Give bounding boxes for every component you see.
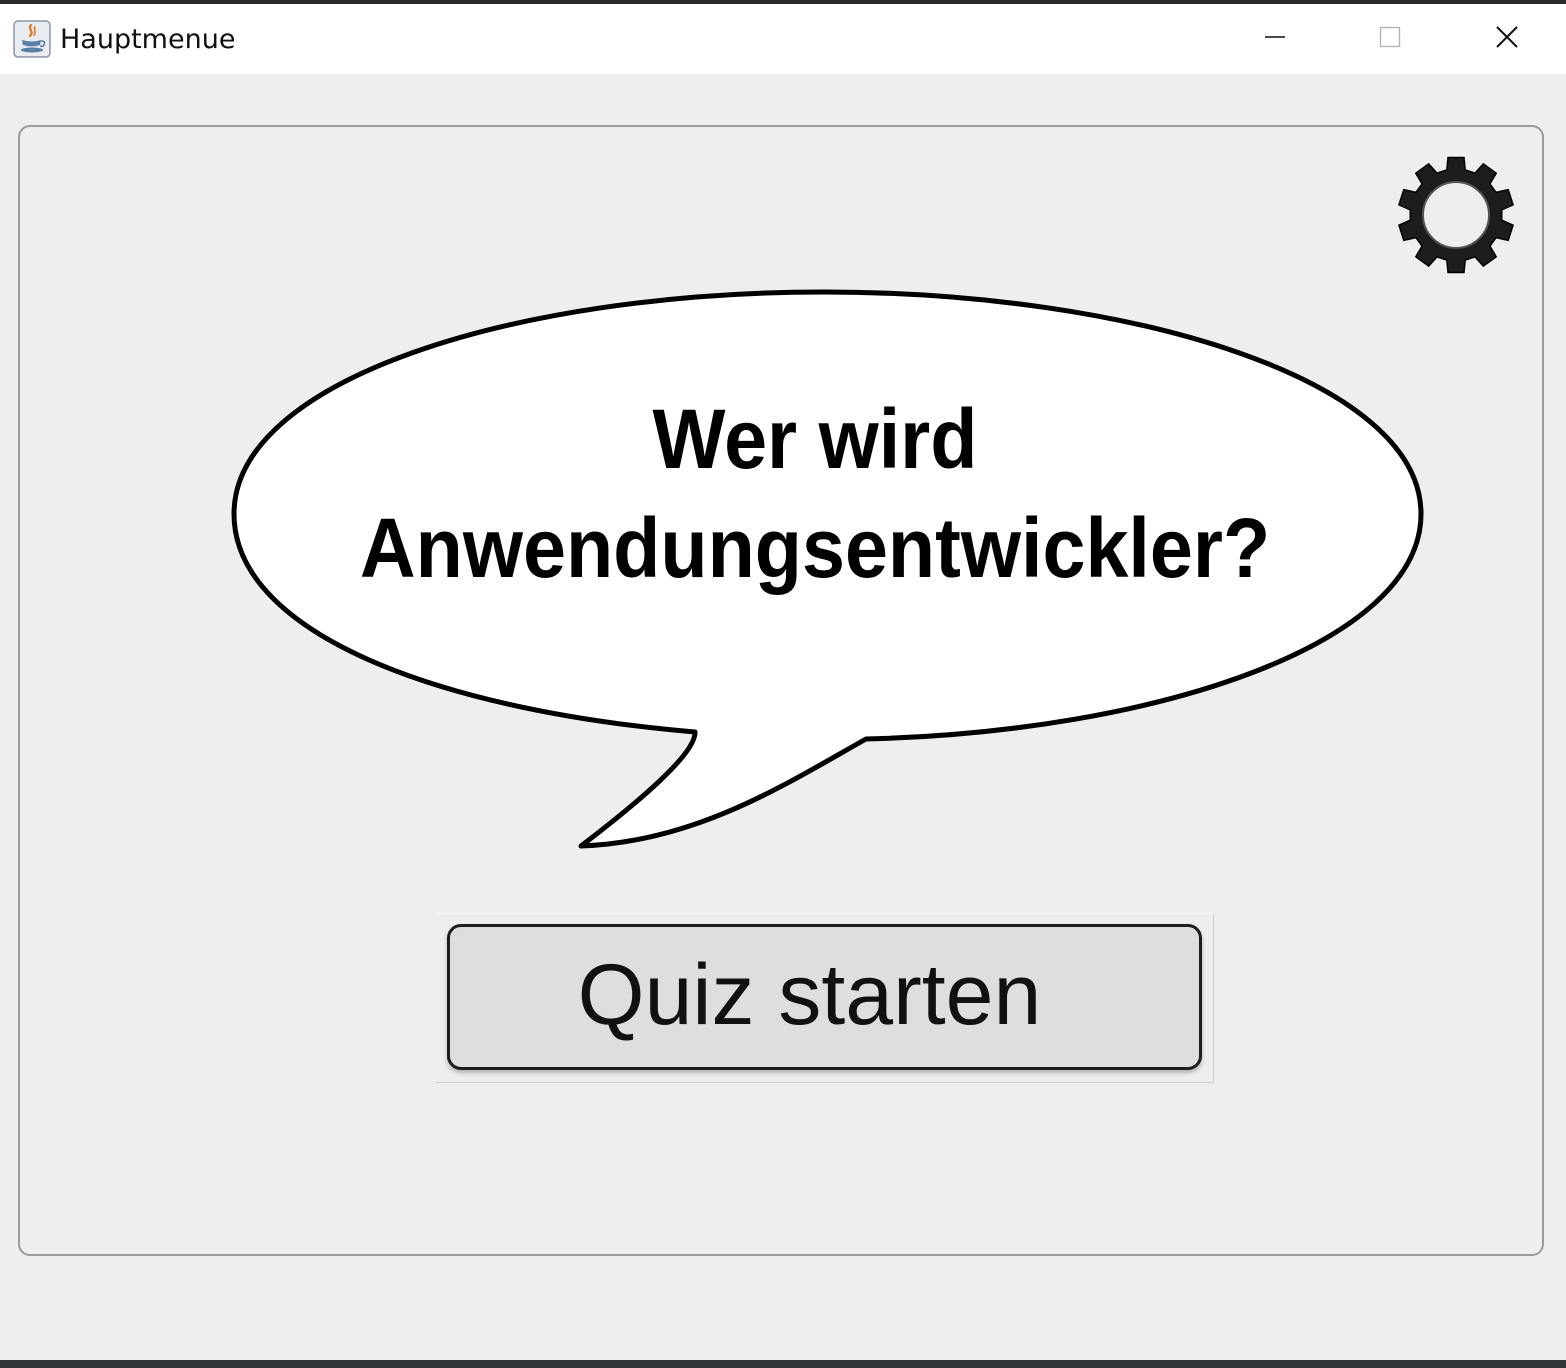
gear-icon <box>1393 156 1519 282</box>
start-quiz-button[interactable]: Quiz starten <box>447 924 1202 1070</box>
window-bottom-border <box>0 1360 1566 1368</box>
bubble-line-1: Wer wird <box>652 392 978 486</box>
title-bar[interactable]: Hauptmenue <box>0 4 1566 74</box>
bubble-line-2: Anwendungsentwickler? <box>359 501 1271 595</box>
java-coffee-icon <box>13 20 51 58</box>
close-button[interactable] <box>1452 4 1562 74</box>
speech-bubble-text: Wer wird Anwendungsentwickler? <box>341 385 1289 603</box>
close-icon <box>1494 24 1520 55</box>
maximize-button[interactable] <box>1335 4 1445 74</box>
gear-hole <box>1422 181 1490 249</box>
minimize-icon <box>1263 25 1287 54</box>
settings-button[interactable] <box>1393 152 1519 278</box>
maximize-icon <box>1378 25 1402 54</box>
window-title: Hauptmenue <box>60 24 236 55</box>
main-window: Hauptmenue Wer wird Anwendungsentwickler… <box>0 0 1566 1368</box>
minimize-button[interactable] <box>1220 4 1330 74</box>
